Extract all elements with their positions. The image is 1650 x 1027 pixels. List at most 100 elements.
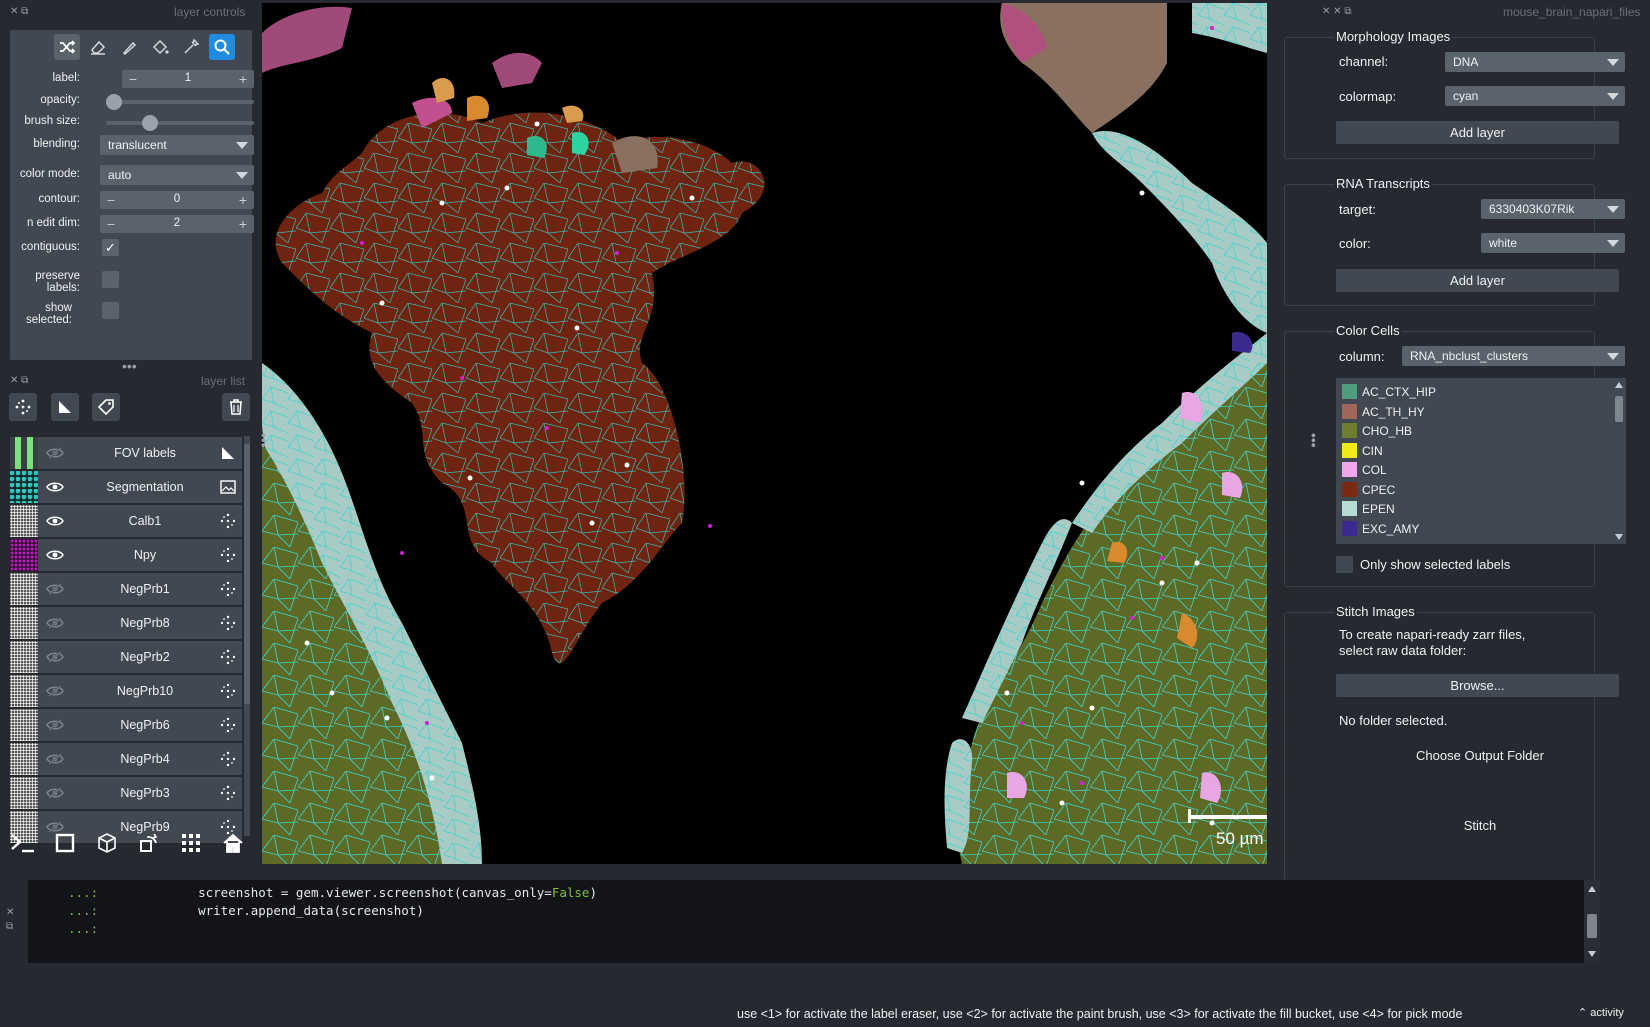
layer-name[interactable]: NegPrb3 [70,786,220,800]
layer-item[interactable]: NegPrb9 [10,811,242,843]
eye-closed-icon[interactable] [46,445,64,461]
ndisplay-toggle-button[interactable] [50,828,80,858]
reset-view-button[interactable] [218,828,248,858]
stitch-button[interactable]: Stitch [1336,818,1624,833]
layer-name[interactable]: NegPrb8 [70,616,220,630]
eye-closed-icon[interactable] [46,751,64,767]
activity-button[interactable]: ⌃ activity [1578,1006,1624,1019]
layer-item[interactable]: FOV labels [10,437,242,469]
new-shapes-layer-button[interactable] [51,393,79,421]
layer-name[interactable]: Segmentation [70,480,220,494]
opacity-slider-handle[interactable] [106,94,122,110]
eye-closed-icon[interactable] [46,785,64,801]
splitter-handle[interactable]: ••• [122,358,137,374]
decrement-icon[interactable]: − [102,215,120,233]
color-picker-button[interactable] [178,34,204,60]
layer-name[interactable]: NegPrb1 [70,582,220,596]
layer-name[interactable]: Calb1 [70,514,220,528]
layer-item[interactable]: NegPrb1 [10,573,242,605]
console-dock-icons[interactable]: ✕ ⧉ [6,906,14,934]
contiguous-checkbox[interactable]: ✓ [102,239,119,256]
delete-layer-button[interactable] [222,393,250,421]
blending-select[interactable]: translucent [100,135,254,155]
layer-name[interactable]: NegPrb2 [70,650,220,664]
fill-bucket-button[interactable] [147,34,173,60]
viewer-canvas[interactable]: 50 µm [262,3,1267,864]
layer-item[interactable]: NegPrb4 [10,743,242,775]
label-spinbox[interactable]: − 1 + [122,70,254,88]
eraser-button[interactable] [85,34,111,60]
add-morphology-layer-button[interactable]: Add layer [1336,121,1619,144]
channel-select[interactable]: DNA [1445,52,1625,72]
scroll-down-icon[interactable] [1588,951,1596,957]
choose-output-folder-button[interactable]: Choose Output Folder [1336,748,1624,763]
n-edit-dim-value[interactable]: 2 [120,217,234,229]
layer-item[interactable]: Calb1 [10,505,242,537]
cluster-list-scrollbar[interactable] [1614,378,1624,544]
layer-name[interactable]: NegPrb6 [70,718,220,732]
show-selected-checkbox[interactable] [102,302,119,319]
only-selected-checkbox[interactable] [1336,556,1353,573]
brush-size-slider-handle[interactable] [141,115,158,131]
scrollbar-thumb[interactable] [244,444,250,704]
layer-item[interactable]: Npy [10,539,242,571]
paint-brush-button[interactable] [116,34,142,60]
eye-closed-icon[interactable] [46,649,64,665]
cluster-list[interactable]: AC_CTX_HIP AC_TH_HY CHO_HB CIN COL CPEC EPEN EX… [1336,378,1626,544]
console-toggle-button[interactable] [8,828,38,858]
layer-name[interactable]: NegPrb10 [70,684,220,698]
eye-icon[interactable] [46,513,64,529]
target-select[interactable]: 6330403K07Rik [1481,199,1625,219]
layer-item[interactable]: NegPrb8 [10,607,242,639]
roll-dims-button[interactable] [92,828,122,858]
pan-zoom-button[interactable] [209,34,235,60]
layer-name[interactable]: NegPrb4 [70,752,220,766]
opacity-slider[interactable] [106,94,254,110]
grid-view-button[interactable] [176,828,206,858]
layer-list-scrollbar[interactable] [244,436,250,836]
layer-item[interactable]: Segmentation [10,471,242,503]
increment-icon[interactable]: + [234,215,252,233]
preserve-labels-checkbox[interactable] [102,271,119,288]
column-select[interactable]: RNA_nbclust_clusters [1402,346,1625,366]
color-select[interactable]: white [1481,233,1625,253]
contour-value[interactable]: 0 [120,193,234,205]
left-splitter-handle[interactable]: ••• [256,433,272,448]
layer-item[interactable]: NegPrb10 [10,675,242,707]
ipython-console[interactable]: ...: screenshot = gem.viewer.screenshot(… [28,880,1600,963]
right-dock-icons[interactable]: ✕ ✕ ⧉ [1322,6,1351,17]
new-points-layer-button[interactable] [9,393,37,421]
layer-item[interactable]: NegPrb3 [10,777,242,809]
console-scrollbar[interactable] [1584,880,1600,963]
color-mode-select[interactable]: auto [100,165,254,185]
eye-closed-icon[interactable] [46,581,64,597]
increment-icon[interactable]: + [234,191,252,209]
scrollbar-thumb[interactable] [1615,396,1623,422]
decrement-icon[interactable]: − [102,191,120,209]
label-value[interactable]: 1 [142,72,234,84]
brush-size-slider[interactable] [106,115,254,131]
shuffle-colors-button[interactable] [54,34,80,60]
eye-closed-icon[interactable] [46,683,64,699]
layer-item[interactable]: NegPrb2 [10,641,242,673]
new-labels-layer-button[interactable] [92,393,120,421]
scroll-up-icon[interactable] [1588,886,1596,892]
browse-button[interactable]: Browse... [1336,674,1619,697]
n-edit-dim-spinbox[interactable]: − 2 + [100,215,254,233]
dock-list-icons[interactable]: ✕ ⧉ [10,375,28,386]
layer-name[interactable]: Npy [70,548,220,562]
add-rna-layer-button[interactable]: Add layer [1336,269,1619,292]
increment-icon[interactable]: + [234,70,252,88]
contour-spinbox[interactable]: − 0 + [100,191,254,209]
dock-controls-icons[interactable]: ✕ ⧉ [10,6,28,17]
scroll-up-icon[interactable] [1615,382,1623,388]
scroll-down-icon[interactable] [1615,534,1623,540]
layer-item[interactable]: NegPrb6 [10,709,242,741]
layer-name[interactable]: FOV labels [70,446,220,460]
transpose-button[interactable] [134,828,164,858]
eye-icon[interactable] [46,479,64,495]
eye-icon[interactable] [46,547,64,563]
decrement-icon[interactable]: − [124,70,142,88]
eye-closed-icon[interactable] [46,717,64,733]
colormap-select[interactable]: cyan [1445,86,1625,106]
